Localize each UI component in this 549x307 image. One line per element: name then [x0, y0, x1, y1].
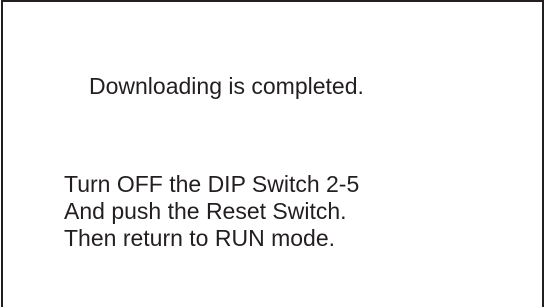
download-complete-screen: Downloading is completed. Turn OFF the D…	[0, 0, 549, 307]
instruction-line-run-mode: Then return to RUN mode.	[64, 225, 336, 251]
instruction-list: Turn OFF the DIP Switch 2-5 And push the…	[64, 171, 359, 252]
instruction-line-dip-switch: Turn OFF the DIP Switch 2-5	[64, 171, 360, 197]
message-panel	[1, 0, 544, 307]
download-status-message: Downloading is completed.	[89, 73, 364, 99]
instruction-line-reset-switch: And push the Reset Switch.	[64, 198, 347, 224]
